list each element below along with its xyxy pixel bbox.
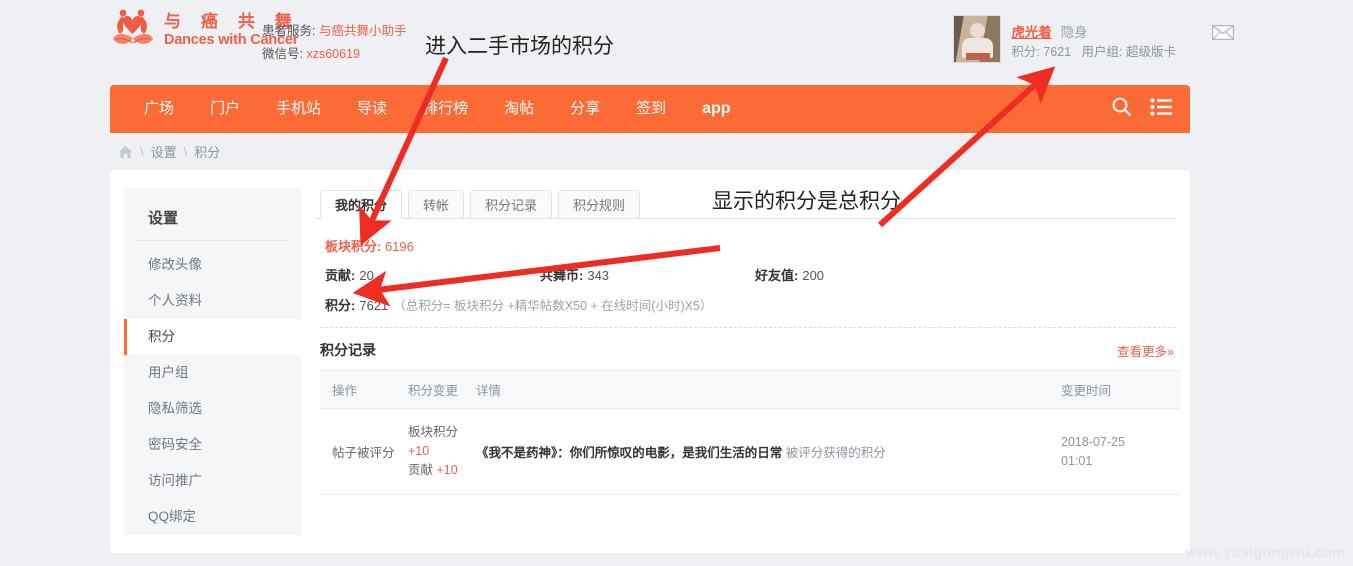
board-points-row: 板块积分: 6196 xyxy=(320,233,1174,261)
change-line-3-delta: +10 xyxy=(436,463,458,477)
header-detail: 详情 xyxy=(476,370,1061,409)
logo-heart-icon xyxy=(110,8,156,52)
cell-operation: 帖子被评分 xyxy=(320,408,408,495)
records-title: 积分记录 xyxy=(320,342,376,358)
coin-label: 共舞币: xyxy=(540,268,584,283)
header-operation: 操作 xyxy=(320,370,408,409)
sidebar-item-privacy[interactable]: 隐私筛选 xyxy=(124,391,301,427)
search-icon[interactable] xyxy=(1111,96,1132,122)
avatar[interactable] xyxy=(953,15,1002,63)
sidebar-item-promotion[interactable]: 访问推广 xyxy=(124,463,301,499)
sidebar-item-avatar[interactable]: 修改头像 xyxy=(124,247,301,283)
nav-item-menhu[interactable]: 门户 xyxy=(192,85,258,133)
breadcrumb: \ 设置 \ 积分 xyxy=(110,133,1190,170)
sidebar-item-profile[interactable]: 个人资料 xyxy=(124,283,301,319)
view-more-link[interactable]: 查看更多» xyxy=(1117,341,1174,360)
total-points-row: 积分: 7621 （总积分= 板块积分 +精华帖数X50 + 在线时间(小时)X5… xyxy=(320,291,1174,321)
breadcrumb-separator-2: \ xyxy=(183,144,188,159)
patient-service-label: 患者服务: xyxy=(262,24,316,38)
contribution-cell: 贡献: 20 xyxy=(325,261,540,291)
header-time: 变更时间 xyxy=(1061,370,1181,409)
friend-value-cell: 好友值: 200 xyxy=(755,261,970,291)
patient-service-link[interactable]: 与癌共舞小助手 xyxy=(319,24,407,38)
page-root: 与 癌 共 舞 Dances with Cancer 患者服务: 与癌共舞小助手… xyxy=(0,0,1353,566)
sidebar-list: 修改头像 个人资料 积分 用户组 隐私筛选 密码安全 访问推广 QQ绑定 xyxy=(124,241,301,535)
user-group-label: 用户组: xyxy=(1081,45,1123,59)
sidebar-item-qqbind[interactable]: QQ绑定 xyxy=(124,499,301,535)
table-header-row: 操作 积分变更 详情 变更时间 xyxy=(320,370,1181,409)
sidebar-item-points[interactable]: 积分 xyxy=(124,319,301,355)
coin-value: 343 xyxy=(587,268,610,283)
points-content: 我的积分 转帐 积分记录 积分规则 板块积分: 6196 贡献: 20 共舞币: 3… xyxy=(315,188,1181,495)
home-icon[interactable] xyxy=(118,145,133,159)
cell-change: 板块积分 +10 贡献 +10 xyxy=(408,408,476,495)
user-panel: 虎光着 隐身 积分: 7621 用户组: 超级版卡 xyxy=(953,15,1235,63)
board-points-label: 板块积分: xyxy=(325,239,382,254)
change-line-1: 板块积分 xyxy=(408,425,459,439)
user-group-value: 超级版卡 xyxy=(1125,45,1176,59)
annotation-enter-market: 进入二手市场的积分 xyxy=(425,34,614,58)
record-clock: 01:01 xyxy=(1061,453,1093,468)
nav-item-shoujizhan[interactable]: 手机站 xyxy=(258,85,339,133)
username-link[interactable]: 虎光着 xyxy=(1011,25,1052,40)
breadcrumb-item-points[interactable]: 积分 xyxy=(194,142,220,161)
nav-item-app[interactable]: app xyxy=(684,85,748,133)
content-card: 设置 修改头像 个人资料 积分 用户组 隐私筛选 密码安全 访问推广 QQ绑定 … xyxy=(110,170,1190,553)
nav-item-daodu[interactable]: 导读 xyxy=(339,85,405,133)
nav-right-tools xyxy=(1111,85,1172,133)
nav-item-qiandao[interactable]: 签到 xyxy=(618,85,684,133)
nav-item-guangchang[interactable]: 广场 xyxy=(126,85,192,133)
detail-suffix: 被评分获得的积分 xyxy=(785,446,886,460)
tab-my-points[interactable]: 我的积分 xyxy=(320,190,403,219)
tab-transfer[interactable]: 转帐 xyxy=(408,190,465,219)
watermark: www.yuaigongwu.com xyxy=(1185,544,1345,560)
record-date: 2018-07-25 xyxy=(1061,434,1125,449)
contribution-value: 20 xyxy=(359,268,374,283)
points-summary: 板块积分: 6196 贡献: 20 共舞币: 343 好友值: 200 积分: 7621 xyxy=(315,219,1176,321)
envelope-icon[interactable] xyxy=(1211,24,1235,41)
breadcrumb-item-settings[interactable]: 设置 xyxy=(151,142,177,161)
user-points-label: 积分: xyxy=(1011,45,1040,59)
contribution-label: 贡献: xyxy=(325,268,356,283)
records-header: 积分记录 查看更多» xyxy=(315,328,1176,370)
nav-item-fenxiang[interactable]: 分享 xyxy=(552,85,618,133)
change-line-2: +10 xyxy=(408,444,430,458)
sidebar-item-usergroup[interactable]: 用户组 xyxy=(124,355,301,391)
total-points-value: 7621 xyxy=(359,298,389,313)
nav-item-paihangbang[interactable]: 排行榜 xyxy=(405,85,486,133)
change-line-3-name: 贡献 xyxy=(408,463,434,477)
nav-items: 广场 门户 手机站 导读 排行榜 淘帖 分享 签到 app xyxy=(110,85,749,133)
tab-points-rules[interactable]: 积分规则 xyxy=(558,190,641,219)
patient-service-row: 患者服务: 与癌共舞小助手 xyxy=(262,20,406,43)
cell-time: 2018-07-25 01:01 xyxy=(1061,408,1181,495)
points-formula: （总积分= 板块积分 +精华帖数X50 + 在线时间(小时)X5） xyxy=(393,299,713,313)
user-status[interactable]: 隐身 xyxy=(1061,25,1088,40)
total-points-label: 积分: xyxy=(325,298,356,313)
wechat-label: 微信号: xyxy=(262,47,303,61)
friend-value: 200 xyxy=(802,268,825,283)
nav-item-taotie[interactable]: 淘帖 xyxy=(486,85,552,133)
site-header: 与 癌 共 舞 Dances with Cancer 患者服务: 与癌共舞小助手… xyxy=(110,0,1235,85)
friend-label: 好友值: xyxy=(755,268,799,283)
board-points-value: 6196 xyxy=(384,239,414,254)
detail-post-link[interactable]: 《我不是药神》：你们所惊叹的电影，是我们生活的日常 xyxy=(476,446,782,460)
wechat-value: xzs60619 xyxy=(306,47,360,61)
main-navigation: 广场 门户 手机站 导读 排行榜 淘帖 分享 签到 app xyxy=(110,85,1190,133)
secondary-stats-row: 贡献: 20 共舞币: 343 好友值: 200 xyxy=(320,261,1174,291)
coin-cell: 共舞币: 343 xyxy=(540,261,755,291)
settings-sidebar: 设置 修改头像 个人资料 积分 用户组 隐私筛选 密码安全 访问推广 QQ绑定 xyxy=(124,188,301,535)
annotation-total-points: 显示的积分是总积分 xyxy=(712,189,901,213)
list-menu-icon[interactable] xyxy=(1150,97,1172,121)
tab-points-record[interactable]: 积分记录 xyxy=(470,190,553,219)
service-info: 患者服务: 与癌共舞小助手 微信号: xzs60619 xyxy=(262,20,406,66)
breadcrumb-separator-1: \ xyxy=(140,144,144,159)
table-row: 帖子被评分 板块积分 +10 贡献 +10 《我不是药神》：你们所惊叹的电影，是… xyxy=(320,408,1181,495)
cell-detail: 《我不是药神》：你们所惊叹的电影，是我们生活的日常 被评分获得的积分 xyxy=(476,408,1061,495)
wechat-row: 微信号: xzs60619 xyxy=(262,43,406,66)
sidebar-item-password[interactable]: 密码安全 xyxy=(124,427,301,463)
header-change: 积分变更 xyxy=(408,370,476,409)
records-table: 操作 积分变更 详情 变更时间 帖子被评分 板块积分 +10 贡献 +10 《我… xyxy=(320,370,1181,495)
sidebar-title: 设置 xyxy=(136,188,289,241)
user-points-value: 7621 xyxy=(1043,45,1072,59)
